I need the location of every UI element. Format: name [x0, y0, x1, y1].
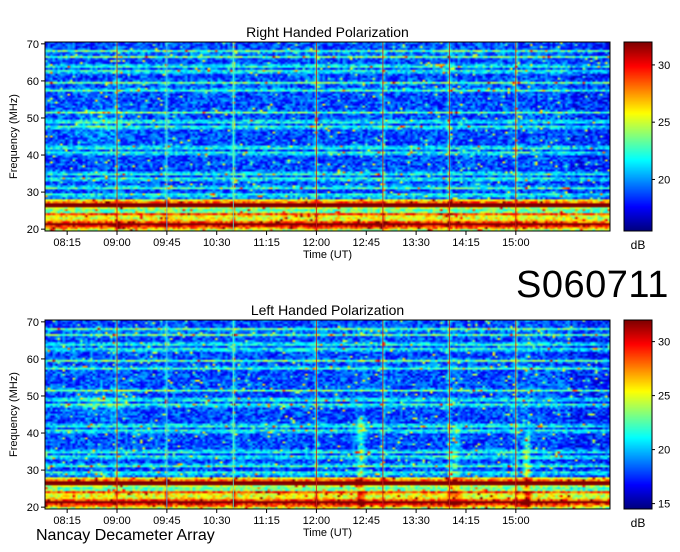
observation-id: S060711 — [516, 264, 669, 306]
x-tick-label: 12:45 — [353, 237, 381, 249]
x-tick-label: 14:15 — [452, 515, 480, 527]
x-tick-label: 12:00 — [303, 515, 331, 527]
y-axis-label: Frequency (MHz) — [8, 94, 20, 179]
y-tick-label: 20 — [27, 224, 39, 236]
x-tick-label: 13:30 — [402, 237, 430, 249]
colorbar-tick-label: 30 — [658, 60, 670, 72]
x-tick-label: 12:45 — [353, 515, 381, 527]
spectrum-heatmap — [45, 320, 610, 509]
x-tick-label: 08:15 — [53, 237, 81, 249]
spectrum-panel: Right Handed Polarization 20 30 40 50 60 70 08:… — [8, 24, 670, 261]
x-tick-label: 09:00 — [103, 237, 131, 249]
instrument-name: Nancay Decameter Array — [36, 527, 215, 544]
colorbar-unit-label: dB — [631, 238, 646, 252]
y-tick-label: 60 — [27, 354, 39, 366]
x-tick-label: 13:30 — [402, 515, 430, 527]
panel-title: Right Handed Polarization — [246, 24, 409, 40]
x-tick-label: 09:45 — [153, 237, 181, 249]
y-tick-label: 50 — [27, 391, 39, 403]
y-tick-label: 20 — [27, 502, 39, 514]
x-tick-label: 14:15 — [452, 237, 480, 249]
y-tick-label: 30 — [27, 187, 39, 199]
x-tick-label: 10:30 — [203, 515, 231, 527]
y-tick-label: 40 — [27, 150, 39, 162]
colorbar — [624, 320, 652, 509]
y-axis-label: Frequency (MHz) — [8, 372, 20, 457]
colorbar-tick-label: 20 — [658, 445, 670, 457]
y-tick-label: 30 — [27, 465, 39, 477]
spectrum-heatmap — [45, 42, 610, 231]
x-tick-label: 10:30 — [203, 237, 231, 249]
y-tick-label: 70 — [27, 39, 39, 51]
y-tick-label: 40 — [27, 428, 39, 440]
y-tick-label: 60 — [27, 76, 39, 88]
colorbar-tick-label: 30 — [658, 337, 670, 349]
colorbar-tick-label: 20 — [658, 174, 670, 186]
y-tick-label: 70 — [27, 317, 39, 329]
panel-title: Left Handed Polarization — [251, 302, 404, 318]
x-tick-label: 15:00 — [502, 237, 530, 249]
x-axis-label: Time (UT) — [303, 527, 352, 539]
spectrum-panel: Left Handed Polarization 20 30 40 50 60 70 08:1… — [8, 302, 670, 539]
x-tick-label: 09:45 — [153, 515, 181, 527]
x-tick-label: 08:15 — [53, 515, 81, 527]
x-tick-label: 15:00 — [502, 515, 530, 527]
colorbar-tick-label: 25 — [658, 391, 670, 403]
colorbar-tick-label: 15 — [658, 499, 670, 511]
x-tick-label: 11:15 — [253, 237, 280, 249]
y-tick-label: 50 — [27, 113, 39, 125]
x-tick-label: 11:15 — [253, 515, 280, 527]
colorbar — [624, 42, 652, 231]
x-tick-label: 12:00 — [303, 237, 331, 249]
x-tick-label: 09:00 — [103, 515, 131, 527]
x-axis-label: Time (UT) — [303, 249, 352, 261]
colorbar-unit-label: dB — [631, 516, 646, 530]
colorbar-tick-label: 25 — [658, 117, 670, 129]
